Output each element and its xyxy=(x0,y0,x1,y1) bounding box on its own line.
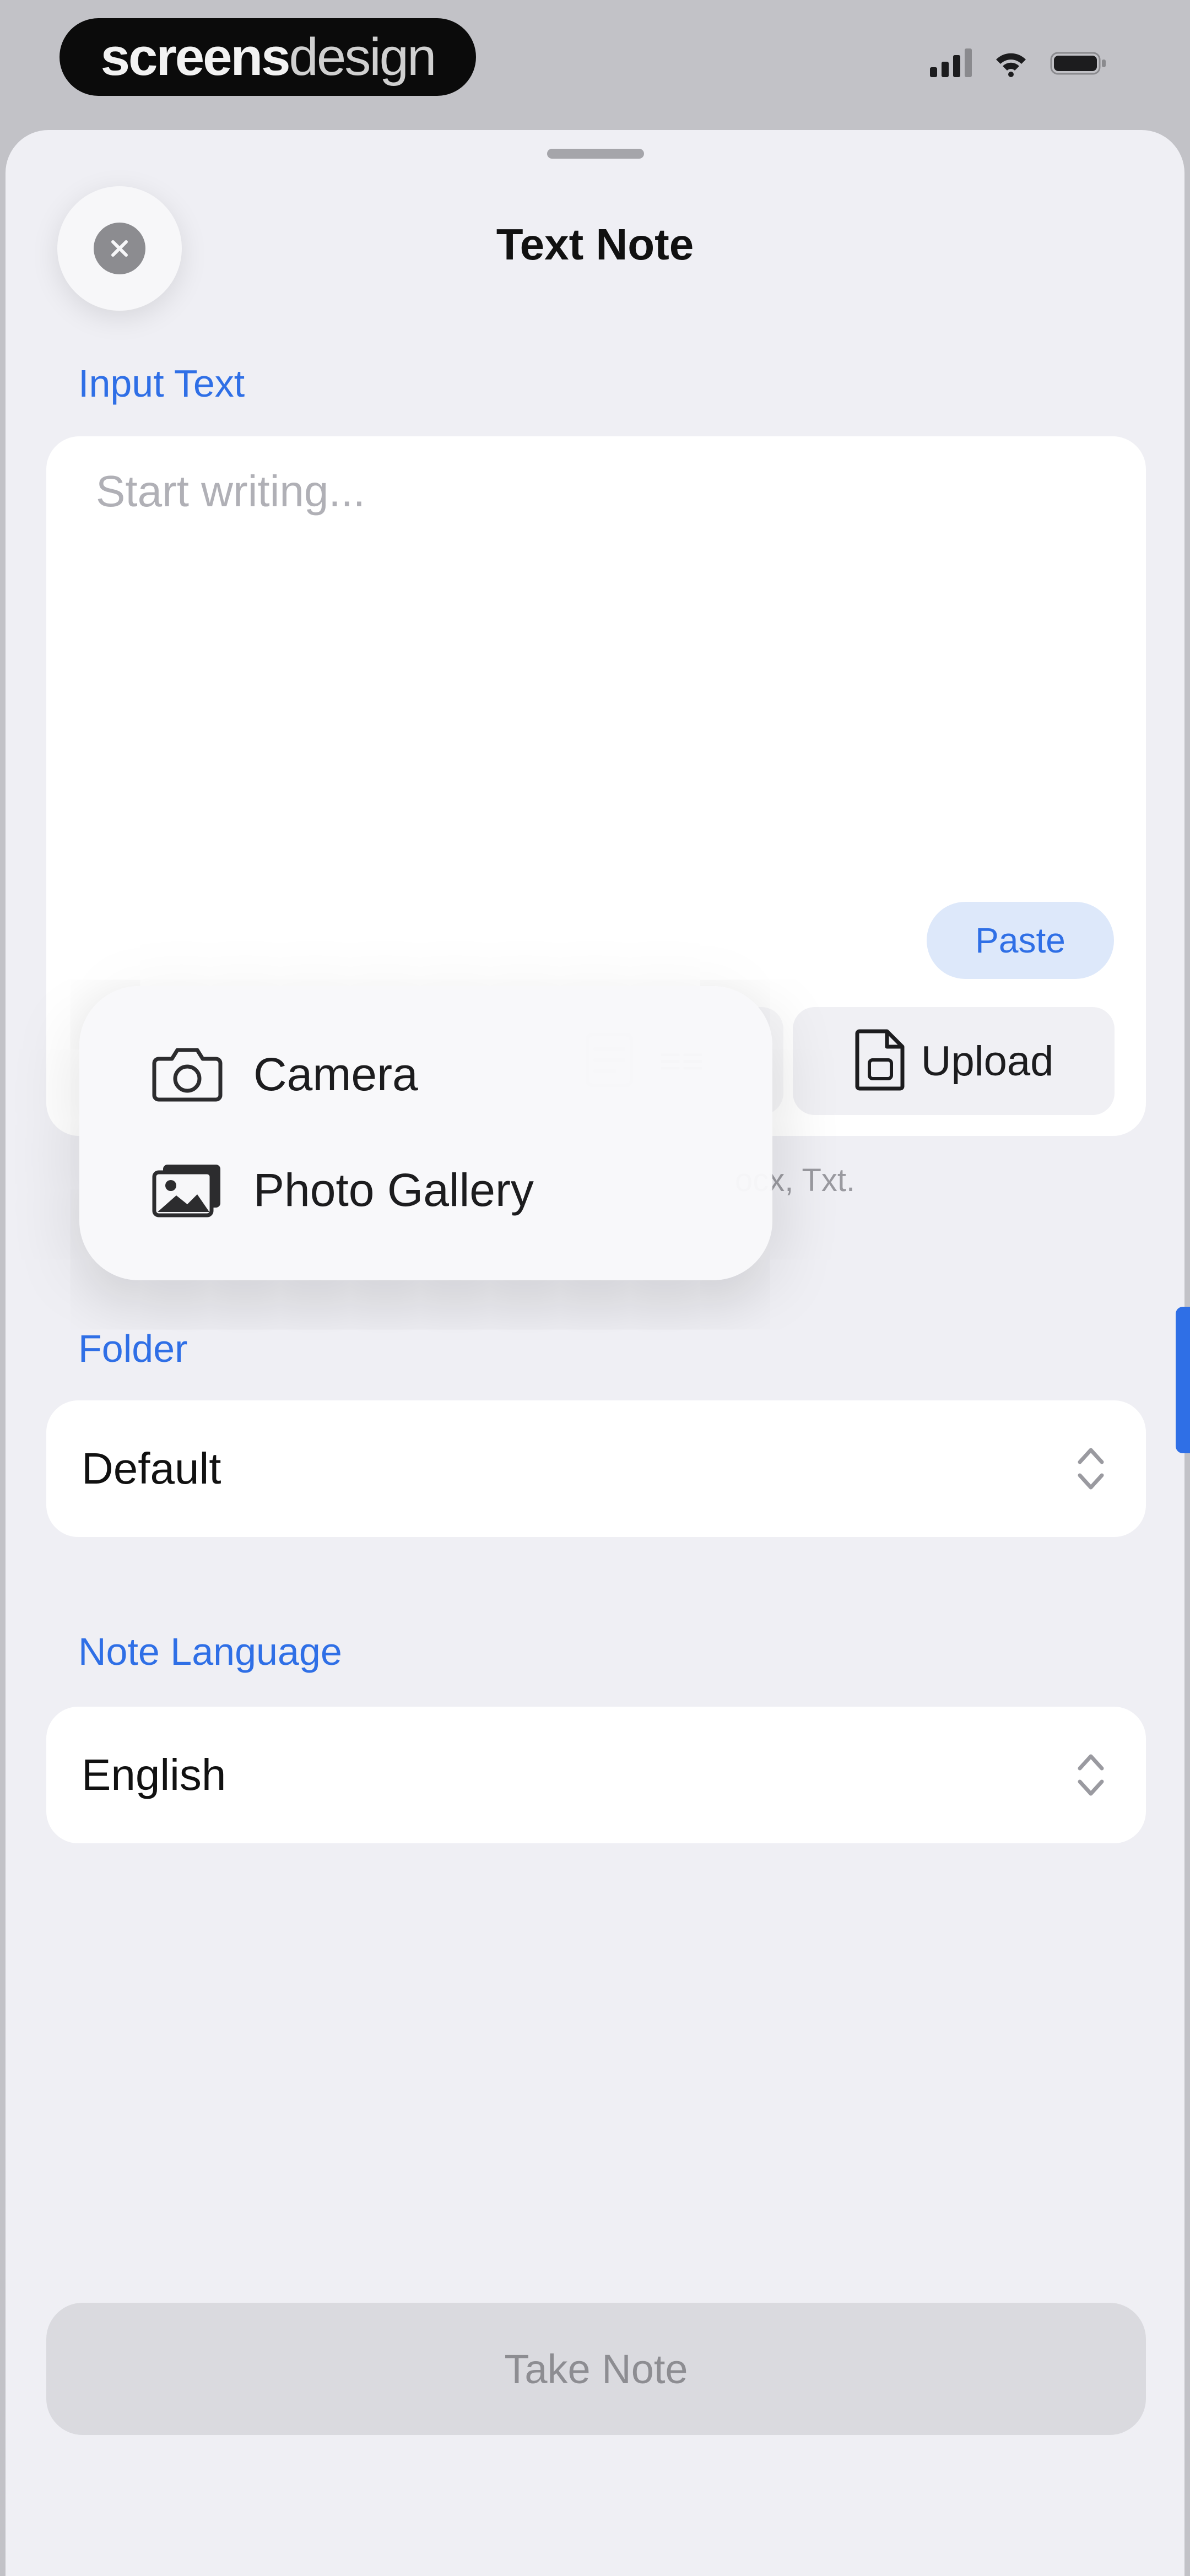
wifi-icon xyxy=(994,50,1028,77)
photo-icon xyxy=(151,1161,226,1219)
document-icon xyxy=(854,1028,907,1095)
page-title: Text Note xyxy=(496,220,694,269)
brand-logo: screensdesign xyxy=(60,18,476,96)
menu-item-camera[interactable]: Camera xyxy=(151,1019,729,1129)
folder-value: Default xyxy=(82,1444,221,1493)
paste-button[interactable]: Paste xyxy=(927,902,1114,979)
brand-text: screensdesign xyxy=(100,27,437,86)
status-bar: screensdesign xyxy=(0,0,1190,132)
folder-select[interactable]: Default xyxy=(46,1400,1146,1537)
status-icons xyxy=(930,48,1107,77)
note-text-input[interactable] xyxy=(95,465,1089,853)
camera-icon xyxy=(151,1046,226,1103)
brand-text-light: design xyxy=(289,27,437,86)
note-language-label: Note Language xyxy=(78,1630,342,1673)
battery-icon xyxy=(1050,50,1107,77)
signal-icon xyxy=(930,48,972,77)
menu-item-photo-gallery-label: Photo Gallery xyxy=(253,1163,534,1216)
import-source-menu: Camera Photo Gallery xyxy=(79,986,772,1280)
chevron-up-down-icon xyxy=(1074,1745,1107,1807)
scroll-indicator[interactable] xyxy=(1176,1307,1190,1453)
brand-text-bold: screens xyxy=(100,27,291,86)
folder-label: Folder xyxy=(78,1327,188,1370)
input-text-label: Input Text xyxy=(78,362,245,405)
sheet-grabber[interactable] xyxy=(547,149,644,159)
language-value: English xyxy=(82,1750,226,1799)
menu-item-photo-gallery[interactable]: Photo Gallery xyxy=(151,1135,729,1245)
take-note-button[interactable]: Take Note xyxy=(46,2303,1146,2435)
upload-button[interactable]: Upload xyxy=(793,1007,1115,1115)
language-select[interactable]: English xyxy=(46,1707,1146,1843)
chevron-up-down-icon xyxy=(1074,1439,1107,1501)
menu-item-camera-label: Camera xyxy=(253,1048,418,1100)
upload-label: Upload xyxy=(921,1037,1054,1085)
text-note-sheet: Text Note Input Text Paste ≡≡ Upload ocx… xyxy=(6,130,1184,2576)
